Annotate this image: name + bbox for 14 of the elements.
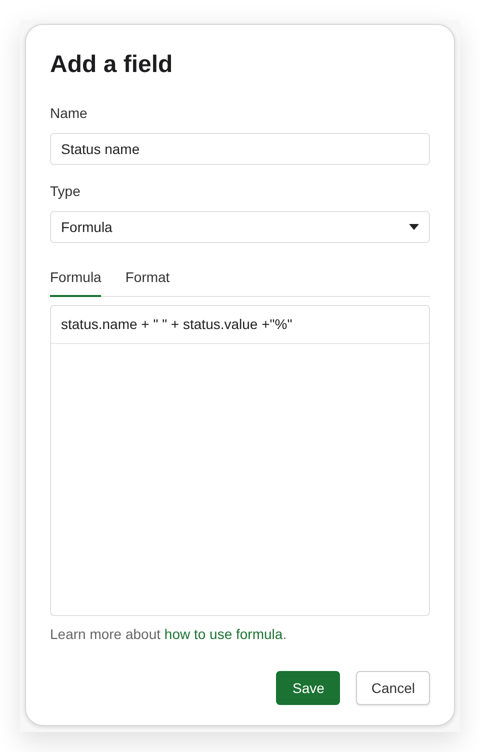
code-line: status.name + " " + status.value +"%" [51,306,429,344]
type-select[interactable]: Formula [50,211,430,243]
tab[interactable]: Formula [50,265,102,297]
formula-editor[interactable]: status.name + " " + status.value +"%" [50,305,430,616]
type-label: Type [50,182,82,201]
name-label: Name [50,104,88,123]
help-link[interactable]: how to use formula [164,626,283,642]
cancel-button[interactable]: Cancel [356,671,430,705]
tab[interactable]: Format [125,265,170,297]
save-button[interactable]: Save [276,671,340,705]
caret-icon [409,224,419,230]
name-input[interactable]: Status name [50,133,430,165]
dialog-title: Add a field [50,50,174,80]
help-text: Learn more about how to use formula. [50,625,288,644]
